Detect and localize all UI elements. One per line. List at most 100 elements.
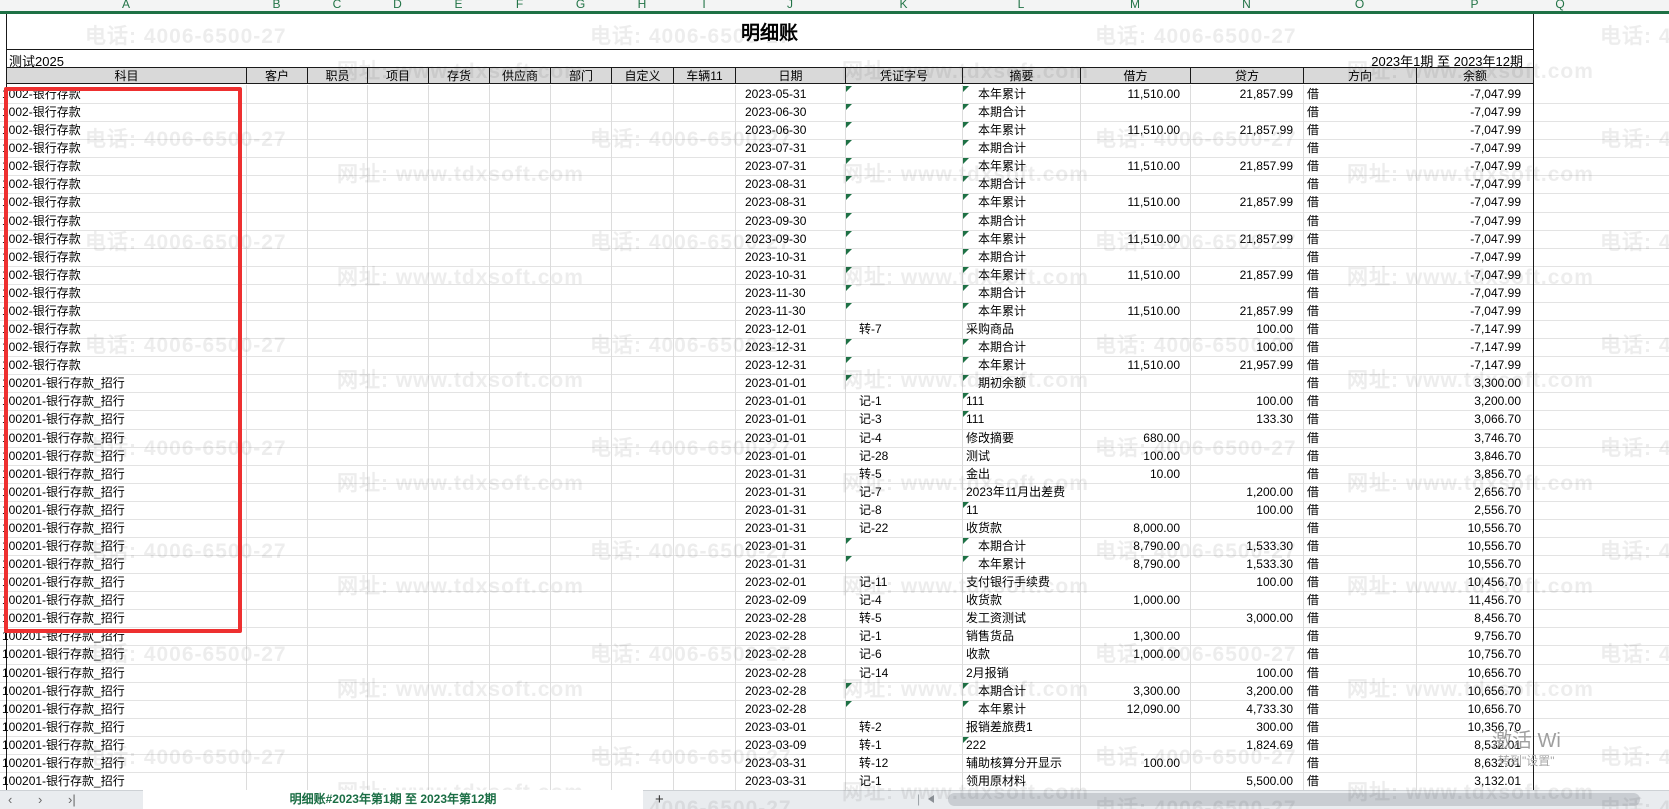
cell-summary[interactable]: 本年累计 — [962, 230, 1086, 248]
cell-summary[interactable]: 本期合计 — [962, 212, 1086, 230]
cell-balance[interactable]: -7,047.99 — [1416, 103, 1533, 121]
cell-direction[interactable]: 借 — [1303, 410, 1416, 428]
cell-summary[interactable]: 收款 — [962, 645, 1086, 663]
header-cell-staff[interactable]: 职员 — [307, 67, 368, 84]
add-sheet-button[interactable]: + — [655, 790, 664, 809]
header-cell-vehicle[interactable]: 车辆11 — [673, 67, 736, 84]
cell-balance[interactable]: -7,047.99 — [1416, 302, 1533, 320]
cell-subject[interactable]: 100201-银行存款_招行 — [0, 700, 246, 718]
cell-date[interactable]: 2023-02-28 — [735, 645, 845, 663]
cell-subject[interactable]: 100201-银行存款_招行 — [0, 718, 246, 736]
cell-balance[interactable]: -7,047.99 — [1416, 230, 1533, 248]
header-cell-balance[interactable]: 余额 — [1416, 67, 1534, 84]
column-header-F[interactable]: F — [516, 0, 523, 11]
header-cell-dir[interactable]: 方向 — [1303, 67, 1417, 84]
scroll-left-arrow[interactable] — [928, 795, 934, 803]
cell-debit[interactable]: 3,300.00 — [1080, 682, 1190, 700]
cell-balance[interactable]: -7,047.99 — [1416, 85, 1533, 103]
cell-balance[interactable]: -7,047.99 — [1416, 157, 1533, 175]
cell-credit[interactable]: 21,957.99 — [1190, 356, 1303, 374]
cell-date[interactable]: 2023-02-28 — [735, 609, 845, 627]
cell-balance[interactable]: -7,047.99 — [1416, 139, 1533, 157]
cell-date[interactable]: 2023-01-31 — [735, 537, 845, 555]
cell-direction[interactable]: 借 — [1303, 736, 1416, 754]
cell-debit[interactable]: 11,510.00 — [1080, 121, 1190, 139]
cell-summary[interactable]: 期初余额 — [962, 374, 1086, 392]
cell-subject[interactable]: 100201-银行存款_招行 — [0, 645, 246, 663]
cell-debit[interactable]: 11,510.00 — [1080, 193, 1190, 211]
cell-direction[interactable]: 借 — [1303, 537, 1416, 555]
cell-summary[interactable]: 本年累计 — [962, 555, 1086, 573]
cell-date[interactable]: 2023-01-31 — [735, 465, 845, 483]
cell-credit[interactable]: 5,500.00 — [1190, 772, 1303, 790]
cell-direction[interactable]: 借 — [1303, 609, 1416, 627]
cell-summary[interactable]: 本年累计 — [962, 302, 1086, 320]
cell-date[interactable]: 2023-06-30 — [735, 121, 845, 139]
cell-direction[interactable]: 借 — [1303, 682, 1416, 700]
cell-direction[interactable]: 借 — [1303, 175, 1416, 193]
cell-voucher[interactable]: 转-5 — [845, 609, 962, 627]
cell-direction[interactable]: 借 — [1303, 772, 1416, 790]
cell-voucher[interactable]: 记-1 — [845, 772, 962, 790]
cell-balance[interactable]: 3,300.00 — [1416, 374, 1533, 392]
cell-credit[interactable]: 21,857.99 — [1190, 230, 1303, 248]
cell-date[interactable]: 2023-03-09 — [735, 736, 845, 754]
cell-date[interactable]: 2023-07-31 — [735, 157, 845, 175]
cell-date[interactable]: 2023-02-09 — [735, 591, 845, 609]
column-header-L[interactable]: L — [1018, 0, 1025, 11]
cell-direction[interactable]: 借 — [1303, 302, 1416, 320]
column-header-B[interactable]: B — [272, 0, 280, 11]
cell-balance[interactable]: -7,047.99 — [1416, 193, 1533, 211]
cell-credit[interactable]: 100.00 — [1190, 320, 1303, 338]
cell-direction[interactable]: 借 — [1303, 193, 1416, 211]
cell-summary[interactable]: 本期合计 — [962, 175, 1086, 193]
cell-direction[interactable]: 借 — [1303, 664, 1416, 682]
cell-date[interactable]: 2023-01-01 — [735, 374, 845, 392]
header-cell-project[interactable]: 项目 — [367, 67, 429, 84]
cell-date[interactable]: 2023-11-30 — [735, 302, 845, 320]
cell-date[interactable]: 2023-12-31 — [735, 338, 845, 356]
cell-credit[interactable]: 1,533.30 — [1190, 537, 1303, 555]
cell-summary[interactable]: 采购商品 — [962, 320, 1086, 338]
cell-debit[interactable]: 10.00 — [1080, 465, 1190, 483]
cell-summary[interactable]: 本期合计 — [962, 284, 1086, 302]
cell-debit[interactable]: 8,790.00 — [1080, 537, 1190, 555]
cell-date[interactable]: 2023-01-01 — [735, 410, 845, 428]
header-cell-custom[interactable]: 自定义 — [611, 67, 674, 84]
cell-credit[interactable]: 21,857.99 — [1190, 85, 1303, 103]
cell-date[interactable]: 2023-01-01 — [735, 429, 845, 447]
cell-balance[interactable]: 3,856.70 — [1416, 465, 1533, 483]
cell-summary[interactable]: 本期合计 — [962, 338, 1086, 356]
sheet-nav-prev-button[interactable]: ‹ — [8, 790, 12, 809]
cell-subject[interactable]: 100201-银行存款_招行 — [0, 664, 246, 682]
sheet-nav-last-button[interactable]: ›| — [68, 790, 76, 809]
cell-balance[interactable]: -7,147.99 — [1416, 338, 1533, 356]
cell-date[interactable]: 2023-02-28 — [735, 682, 845, 700]
cell-summary[interactable]: 金出 — [962, 465, 1086, 483]
cell-date[interactable]: 2023-02-28 — [735, 700, 845, 718]
cell-subject[interactable]: 100201-银行存款_招行 — [0, 772, 246, 790]
cell-credit[interactable]: 100.00 — [1190, 338, 1303, 356]
cell-direction[interactable]: 借 — [1303, 627, 1416, 645]
cell-summary[interactable]: 本年累计 — [962, 356, 1086, 374]
header-cell-customer[interactable]: 客户 — [246, 67, 308, 84]
cell-direction[interactable]: 借 — [1303, 555, 1416, 573]
cell-debit[interactable]: 100.00 — [1080, 447, 1190, 465]
cell-direction[interactable]: 借 — [1303, 356, 1416, 374]
cell-credit[interactable]: 4,733.30 — [1190, 700, 1303, 718]
cell-direction[interactable]: 借 — [1303, 284, 1416, 302]
cell-voucher[interactable]: 记-22 — [845, 519, 962, 537]
cell-summary[interactable]: 111 — [962, 392, 1086, 410]
cell-date[interactable]: 2023-09-30 — [735, 230, 845, 248]
column-header-C[interactable]: C — [333, 0, 342, 11]
cell-date[interactable]: 2023-01-31 — [735, 555, 845, 573]
cell-credit[interactable]: 1,200.00 — [1190, 483, 1303, 501]
cell-voucher[interactable]: 记-1 — [845, 392, 962, 410]
cell-voucher[interactable]: 记-4 — [845, 429, 962, 447]
cell-debit[interactable]: 11,510.00 — [1080, 157, 1190, 175]
cell-credit[interactable]: 21,857.99 — [1190, 193, 1303, 211]
cell-date[interactable]: 2023-01-01 — [735, 392, 845, 410]
cell-summary[interactable]: 2月报销 — [962, 664, 1086, 682]
cell-balance[interactable]: -7,047.99 — [1416, 266, 1533, 284]
column-header-J[interactable]: J — [787, 0, 793, 11]
